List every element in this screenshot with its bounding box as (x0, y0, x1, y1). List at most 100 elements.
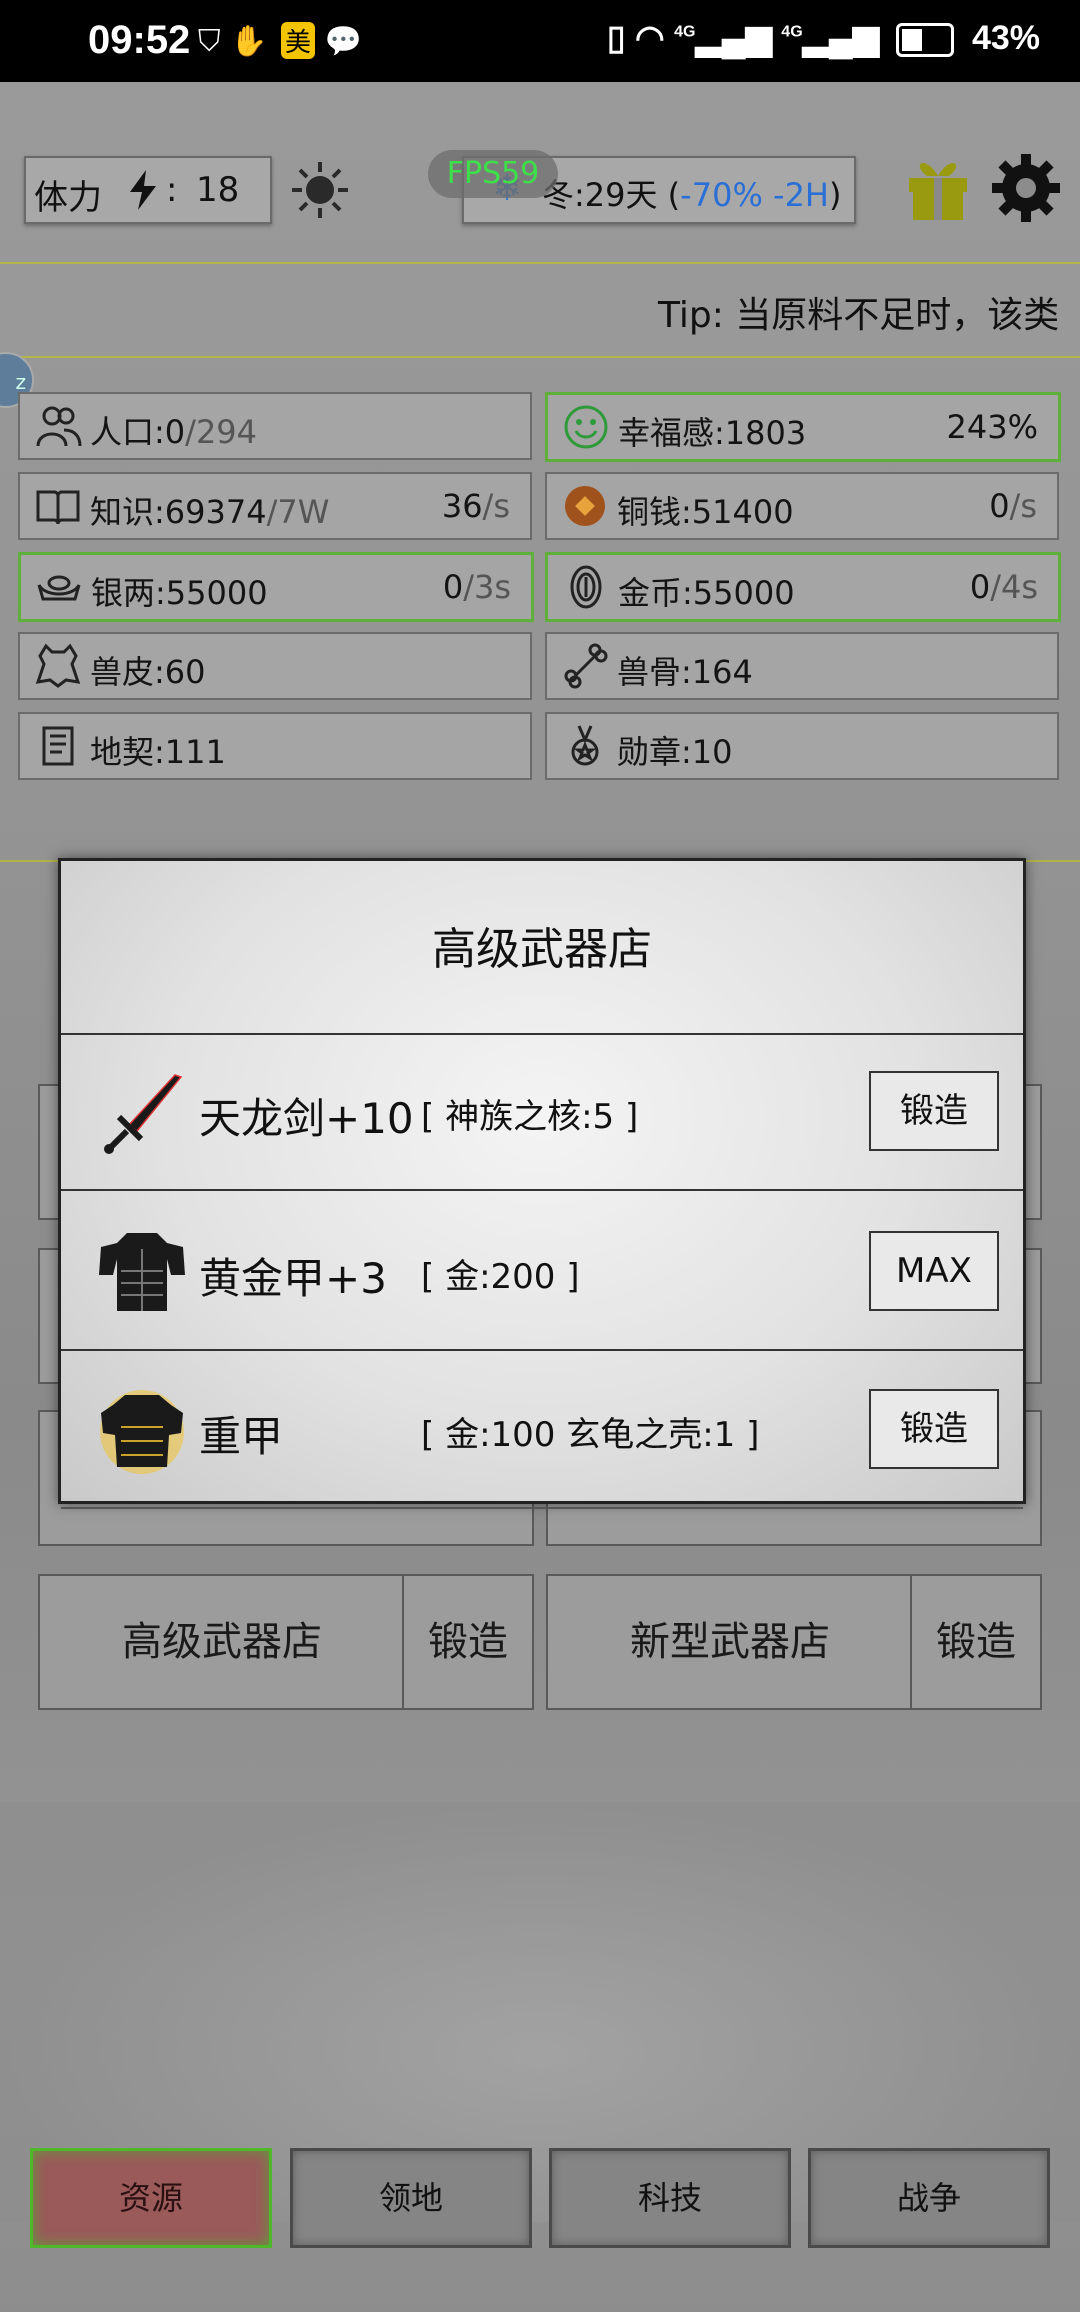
stat-max: /7W (266, 493, 330, 531)
stat-population-label: 人口:0/294 (90, 407, 257, 453)
max-button[interactable]: MAX (869, 1231, 999, 1311)
gear-icon[interactable] (990, 152, 1062, 224)
item-name: 重甲 (199, 1412, 284, 1461)
shop-new-weapon[interactable]: 新型武器店 锻造 (546, 1574, 1042, 1710)
rate-unit: /s (482, 487, 510, 525)
sun-icon (292, 162, 348, 218)
stat-silver-rate: 0/3s (443, 568, 511, 606)
weapon-shop-dialog: 高级武器店 天龙剑+10 [ 神族之核:5 ] 锻造 黄金甲+3 [ 金:200… (58, 858, 1026, 1509)
clock: 09:52 (88, 18, 191, 62)
meituan-icon: 美 (280, 22, 315, 59)
stat-knowledge-rate: 36/s (442, 487, 510, 525)
stat-hide: 兽皮:60 (18, 632, 532, 700)
rate-value: 0 (989, 487, 1010, 525)
system-status: ▯ ◠ 4G▂▄▆ 4G▂▄▆ 43% (607, 18, 1040, 58)
shop-advanced-weapon[interactable]: 高级武器店 锻造 (38, 1574, 534, 1710)
stat-gold: 金币:55000 0/4s (545, 552, 1061, 622)
rate-value: 36 (441, 487, 483, 525)
stat-happiness: 幸福感:1803 243% (545, 392, 1061, 462)
divider (61, 1189, 1023, 1191)
tab-war[interactable]: 战争 (808, 2148, 1050, 2248)
tip-banner: Tip: 当原料不足时，该类 (0, 262, 1080, 358)
dialog-title: 高级武器店 (432, 924, 652, 975)
gold-coin-icon (570, 565, 602, 609)
stamina-sep: : (166, 170, 178, 210)
stat-copper-rate: 0/s (989, 487, 1037, 525)
battery-level: 43% (971, 19, 1040, 57)
shop-name: 新型武器店 (630, 1619, 830, 1665)
divider (61, 1033, 1023, 1035)
season-close: ) (828, 176, 842, 214)
season-text-wrap: 冬:29天 (-70% -2H) (542, 170, 841, 216)
tab-territory[interactable]: 领地 (290, 2148, 532, 2248)
bone-icon (564, 643, 608, 689)
tab-resources[interactable]: 资源 (30, 2148, 272, 2248)
gift-icon[interactable] (905, 152, 971, 222)
shield-icon: ⛉ (198, 24, 221, 59)
stat-deed: 地契:111 (18, 712, 532, 780)
tab-technology[interactable]: 科技 (549, 2148, 791, 2248)
item-row-heavy-armor: 重甲 [ 金:100 玄龟之壳:1 ] 锻造 (61, 1359, 1023, 1499)
rate-unit: /3s (463, 568, 511, 606)
stat-max: /294 (185, 413, 258, 451)
book-icon (36, 490, 80, 525)
rate-value: 0 (442, 568, 464, 606)
medal-icon (571, 725, 599, 766)
sword-icon (104, 1074, 183, 1154)
forge-button[interactable]: 锻造 (869, 1389, 999, 1469)
stamina-value: 18 (196, 170, 240, 210)
item-cost: [ 金:100 玄龟之壳:1 ] (421, 1415, 760, 1455)
stamina-label: 体力 (34, 178, 102, 218)
stat-medal-label: 勋章:10 (617, 733, 733, 771)
coin-icon (565, 486, 605, 526)
rate-value: 0 (969, 568, 991, 606)
stat-text: 人口:0 (90, 413, 186, 451)
stat-knowledge: 知识:69374/7W 36/s (18, 472, 532, 540)
item-row-sword: 天龙剑+10 [ 神族之核:5 ] 锻造 (61, 1041, 1023, 1181)
battery-icon (896, 23, 955, 58)
season-modifier: -70% -2H (680, 176, 829, 214)
notification-icons: ⛉ ✋ 美 💬 (198, 22, 362, 59)
stat-bone: 兽骨:164 (545, 632, 1059, 700)
stat-medal: 勋章:10 (545, 712, 1059, 780)
stat-happiness-rate: 243% (946, 408, 1038, 446)
stat-text: 知识:69374 (90, 493, 267, 531)
stat-knowledge-label: 知识:69374/7W (90, 487, 329, 533)
smiley-icon (564, 405, 608, 449)
heavy-armor-icon (100, 1390, 184, 1474)
stat-gold-rate: 0/4s (970, 568, 1038, 606)
scroll-icon (42, 726, 74, 766)
chat-icon: 💬 (324, 24, 362, 59)
item-cost: [ 金:200 ] (421, 1257, 580, 1297)
stamina-box[interactable]: 体力 : 18 (24, 156, 272, 224)
season-text: 冬:29天 ( (542, 176, 681, 214)
item-row-gold-armor: 黄金甲+3 [ 金:200 ] MAX (61, 1201, 1023, 1341)
signal-type-2: 4G (781, 23, 803, 41)
divider (61, 1349, 1023, 1351)
forge-button[interactable]: 锻造 (869, 1071, 999, 1151)
forge-button[interactable]: 锻造 (910, 1576, 1040, 1708)
people-icon (36, 406, 82, 447)
stat-deed-label: 地契:111 (90, 733, 226, 771)
status-bar: 09:52 ⛉ ✋ 美 💬 ▯ ◠ 4G▂▄▆ 4G▂▄▆ 43% (0, 0, 1080, 82)
stat-gold-label: 金币:55000 (618, 574, 795, 612)
fps-counter: FPS59 (428, 150, 558, 198)
vibrate-icon: ▯ (606, 19, 626, 57)
shop-name: 高级武器店 (122, 1619, 322, 1665)
armor-icon (99, 1233, 185, 1311)
signal-icon: ▂▄▆ (802, 19, 880, 57)
hand-icon: ✋ (230, 24, 268, 59)
lightning-icon (126, 170, 160, 219)
stat-happiness-label: 幸福感:1803 (618, 414, 807, 452)
wifi-icon: ◠ (634, 19, 665, 57)
silver-ingot-icon (37, 575, 81, 601)
item-cost: [ 神族之核:5 ] (421, 1097, 639, 1137)
tip-text: Tip: 当原料不足时，该类 (658, 295, 1060, 336)
forge-button[interactable]: 锻造 (402, 1576, 532, 1708)
rate-unit: /4s (990, 568, 1038, 606)
signal-type-1: 4G (674, 23, 696, 41)
stat-hide-label: 兽皮:60 (90, 653, 206, 691)
item-name: 天龙剑+10 (199, 1094, 414, 1143)
divider (61, 1507, 1023, 1509)
signal-icon: ▂▄▆ (695, 19, 772, 57)
